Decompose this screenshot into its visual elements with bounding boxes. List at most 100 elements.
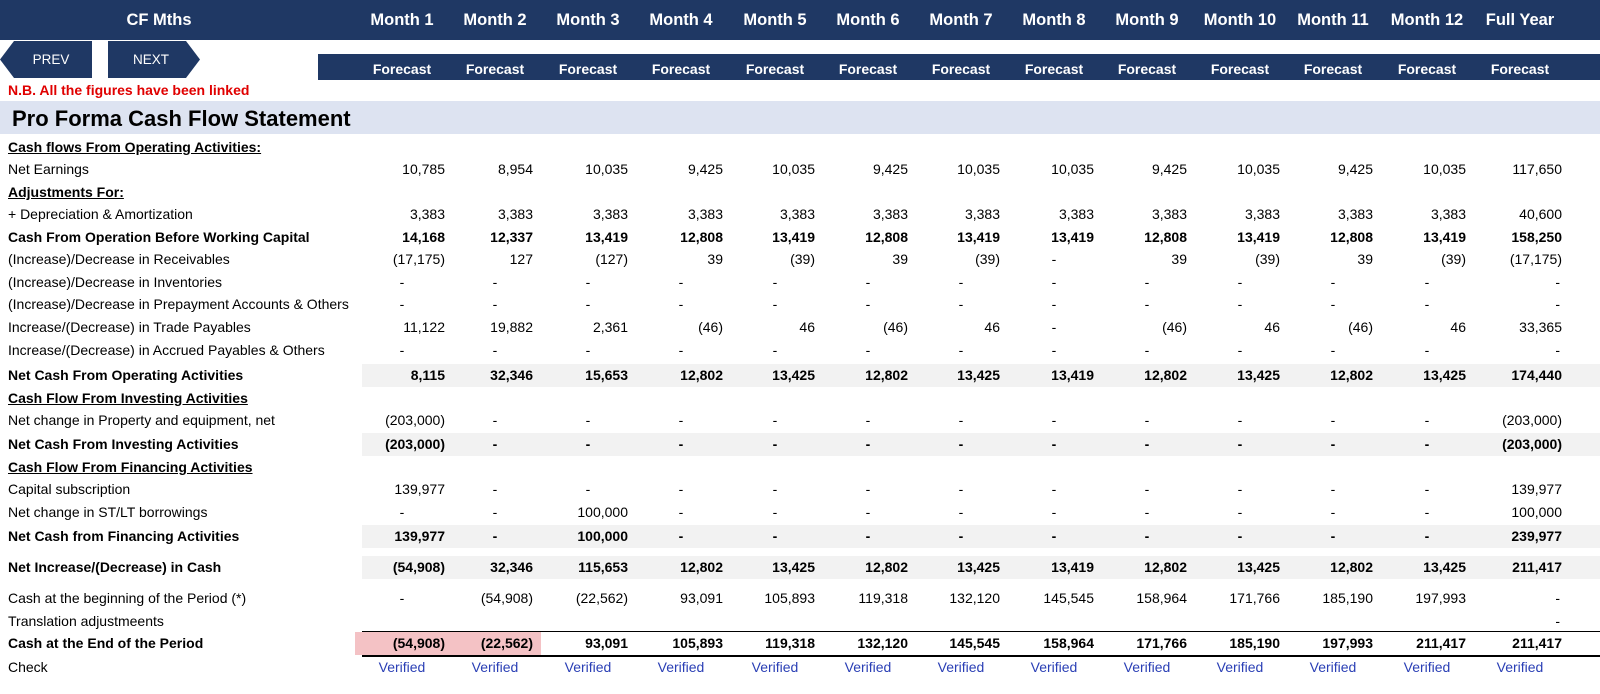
value-cell[interactable]: 211,417 <box>1452 632 1562 655</box>
value-cell[interactable]: - <box>916 271 1006 294</box>
check-cell[interactable]: Verified <box>1382 656 1472 679</box>
value-cell[interactable]: - <box>450 478 540 501</box>
value-cell[interactable]: (39) <box>890 248 1000 271</box>
value-cell[interactable]: - <box>823 293 913 316</box>
value-cell[interactable]: - <box>450 433 540 456</box>
value-cell[interactable]: 10,035 <box>518 158 628 181</box>
value-cell[interactable]: 100,000 <box>518 525 628 548</box>
value-cell[interactable]: - <box>1102 433 1192 456</box>
value-cell[interactable]: - <box>730 271 820 294</box>
value-cell[interactable]: - <box>1288 339 1378 362</box>
value-cell[interactable]: 139,977 <box>335 478 445 501</box>
value-cell[interactable]: - <box>1102 409 1192 432</box>
value-cell[interactable]: 93,091 <box>518 632 628 655</box>
value-cell[interactable]: - <box>450 271 540 294</box>
value-cell[interactable]: - <box>1102 339 1192 362</box>
value-cell[interactable]: - <box>1382 293 1472 316</box>
value-cell[interactable]: - <box>1195 501 1285 524</box>
value-cell[interactable]: - <box>823 501 913 524</box>
value-cell[interactable]: - <box>916 525 1006 548</box>
value-cell[interactable]: 3,383 <box>518 203 628 226</box>
value-cell[interactable]: - <box>636 525 726 548</box>
value-cell[interactable]: - <box>1288 271 1378 294</box>
value-cell[interactable]: - <box>450 339 540 362</box>
check-cell[interactable]: Verified <box>1102 656 1192 679</box>
value-cell[interactable]: 211,417 <box>1356 632 1466 655</box>
value-cell[interactable]: 13,419 <box>518 226 628 249</box>
value-cell[interactable]: - <box>1009 271 1099 294</box>
value-cell[interactable]: (203,000) <box>1452 409 1562 432</box>
value-cell[interactable]: - <box>1195 478 1285 501</box>
value-cell[interactable]: - <box>543 433 633 456</box>
value-cell[interactable]: - <box>357 271 447 294</box>
value-cell[interactable]: 211,417 <box>1452 556 1562 579</box>
value-cell[interactable]: - <box>636 293 726 316</box>
prev-button[interactable]: PREV <box>0 41 92 78</box>
value-cell[interactable]: 127 <box>423 248 533 271</box>
value-cell[interactable]: 13,419 <box>1356 226 1466 249</box>
value-cell[interactable]: 40,600 <box>1452 203 1562 226</box>
value-cell[interactable]: - <box>1288 433 1378 456</box>
value-cell[interactable]: - <box>1102 525 1192 548</box>
value-cell[interactable]: - <box>450 293 540 316</box>
value-cell[interactable]: (17,175) <box>1452 248 1562 271</box>
value-cell[interactable]: - <box>1510 339 1560 362</box>
value-cell[interactable]: - <box>636 501 726 524</box>
value-cell[interactable]: - <box>1288 525 1378 548</box>
value-cell[interactable]: 139,977 <box>1452 478 1562 501</box>
value-cell[interactable]: - <box>1195 293 1285 316</box>
value-cell[interactable]: 13,425 <box>1356 556 1466 579</box>
value-cell[interactable]: - <box>1510 587 1560 610</box>
value-cell[interactable]: 100,000 <box>1452 501 1562 524</box>
value-cell[interactable]: - <box>1288 478 1378 501</box>
value-cell[interactable]: - <box>543 271 633 294</box>
value-cell[interactable]: - <box>1009 478 1099 501</box>
value-cell[interactable]: - <box>636 478 726 501</box>
value-cell[interactable]: - <box>1288 501 1378 524</box>
value-cell[interactable]: (203,000) <box>335 433 445 456</box>
check-cell[interactable]: Verified <box>1195 656 1285 679</box>
value-cell[interactable]: - <box>1195 433 1285 456</box>
next-button[interactable]: NEXT <box>108 41 200 78</box>
value-cell[interactable]: 32,346 <box>423 556 533 579</box>
value-cell[interactable]: - <box>1009 433 1099 456</box>
value-cell[interactable]: - <box>450 409 540 432</box>
check-cell[interactable]: Verified <box>1475 656 1565 679</box>
value-cell[interactable]: - <box>823 525 913 548</box>
check-cell[interactable]: Verified <box>450 656 540 679</box>
value-cell[interactable]: - <box>1102 501 1192 524</box>
value-cell[interactable]: - <box>357 293 447 316</box>
value-cell[interactable]: (22,562) <box>518 587 628 610</box>
value-cell[interactable]: 3,383 <box>1356 203 1466 226</box>
value-cell[interactable]: 158,250 <box>1452 226 1562 249</box>
value-cell[interactable]: (203,000) <box>335 409 445 432</box>
value-cell[interactable]: - <box>1009 409 1099 432</box>
value-cell[interactable]: 117,650 <box>1452 158 1562 181</box>
value-cell[interactable]: - <box>730 409 820 432</box>
value-cell[interactable]: - <box>730 501 820 524</box>
value-cell[interactable]: 46 <box>1356 316 1466 339</box>
value-cell[interactable]: 3,383 <box>423 203 533 226</box>
value-cell[interactable]: 2,361 <box>518 316 628 339</box>
value-cell[interactable]: 32,346 <box>423 364 533 387</box>
value-cell[interactable]: 8,954 <box>423 158 533 181</box>
value-cell[interactable]: 15,653 <box>518 364 628 387</box>
check-cell[interactable]: Verified <box>636 656 726 679</box>
check-cell[interactable]: Verified <box>1288 656 1378 679</box>
value-cell[interactable]: 139,977 <box>335 525 445 548</box>
value-cell[interactable]: - <box>916 478 1006 501</box>
value-cell[interactable]: - <box>1009 339 1099 362</box>
value-cell[interactable]: - <box>636 271 726 294</box>
value-cell[interactable]: - <box>823 433 913 456</box>
value-cell[interactable]: - <box>1288 409 1378 432</box>
value-cell[interactable]: (127) <box>518 248 628 271</box>
value-cell[interactable]: - <box>1009 501 1099 524</box>
value-cell[interactable]: - <box>1009 293 1099 316</box>
value-cell[interactable]: - <box>916 293 1006 316</box>
value-cell[interactable]: - <box>1382 339 1472 362</box>
value-cell[interactable]: - <box>543 478 633 501</box>
value-cell[interactable]: - <box>1288 293 1378 316</box>
value-cell[interactable]: - <box>1195 525 1285 548</box>
value-cell[interactable]: (203,000) <box>1452 433 1562 456</box>
value-cell[interactable]: - <box>1102 293 1192 316</box>
